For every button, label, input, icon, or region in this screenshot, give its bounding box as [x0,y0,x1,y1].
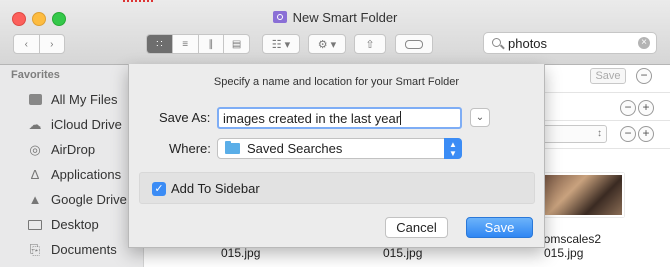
sidebar-item-documents[interactable]: ⎘ Documents [0,237,143,262]
list-view-icon[interactable]: ≡ [173,35,199,53]
expand-button[interactable]: ⌄ [470,108,490,127]
bg-remove-icon[interactable]: − [636,68,652,84]
arrange-button[interactable]: ☷ ▾ [262,34,300,54]
save-as-value: images created in the last year [223,111,401,126]
add-criteria-icon[interactable]: + [638,100,654,116]
sidebar-item-label: Documents [51,242,117,257]
search-input[interactable]: photos [508,36,547,51]
sidebar-item-desktop[interactable]: Desktop [0,212,143,237]
forward-button[interactable]: › [40,35,65,53]
chevron-down-icon: ⌄ [475,112,485,123]
sidebar-item-icloud-drive[interactable]: ☁ iCloud Drive [0,112,143,137]
sidebar-item-applications[interactable]: ∆ Applications [0,162,143,187]
cover-flow-icon[interactable]: ▤ [224,35,249,53]
cloud-icon: ☁ [28,116,42,132]
view-mode-control: ∷ ≡ ∥ ▤ [146,34,250,54]
text-cursor [400,111,402,125]
file-thumbnail[interactable] [535,173,624,217]
desktop-icon [27,218,43,232]
sidebar-item-all-my-files[interactable]: All My Files [0,87,143,112]
sidebar-item-label: AirDrop [51,142,96,157]
action-button[interactable]: ⚙ ▾ [308,34,346,54]
airdrop-icon: ◎ [29,141,41,157]
save-as-label: Save As: [159,110,211,125]
gear-icon: ⚙ ▾ [317,38,337,51]
divider [533,120,670,121]
save-smart-folder-sheet: Specify a name and location for your Sma… [128,64,545,248]
smart-folder-icon [272,11,287,23]
stepper-icon: ↕ [597,128,602,139]
add-criteria-icon[interactable]: + [638,126,654,142]
search-field[interactable]: photos × [483,32,657,54]
sidebar-item-label: Applications [51,167,122,182]
clear-search-icon[interactable]: × [638,37,650,49]
divider [533,148,670,149]
window-title: New Smart Folder [0,10,670,25]
bg-save-button[interactable]: Save [590,68,626,84]
arrange-icon: ☷ ▾ [271,38,291,51]
sidebar-item-label: Desktop [51,217,99,232]
sidebar-item-airdrop[interactable]: ◎ AirDrop [0,137,143,162]
sidebar-item-label: iCloud Drive [51,117,122,132]
sidebar-item-label: All My Files [51,92,118,107]
file-name[interactable]: 015.jpg [544,246,583,260]
toolbar: New Smart Folder ‹ › ∷ ≡ ∥ ▤ ☷ ▾ ⚙ ▾ ⇧ p… [0,0,670,65]
popup-arrows-icon: ▲ ▼ [444,138,462,159]
cancel-button[interactable]: Cancel [385,217,448,238]
window-title-text: New Smart Folder [292,10,398,25]
share-button[interactable]: ⇧ [354,34,386,54]
finder-window: New Smart Folder ‹ › ∷ ≡ ∥ ▤ ☷ ▾ ⚙ ▾ ⇧ p… [0,0,670,267]
documents-icon: ⎘ [29,241,41,257]
remove-criteria-icon[interactable]: − [620,100,636,116]
search-icon [492,38,501,47]
icon-view-icon[interactable]: ∷ [147,35,173,53]
file-name[interactable]: 015.jpg [383,246,422,260]
share-icon: ⇧ [365,38,375,51]
column-view-icon[interactable]: ∥ [199,35,225,53]
add-to-sidebar-row: ✓ Add To Sidebar [139,172,535,204]
dotted-artifact [123,0,153,4]
back-forward-control: ‹ › [13,34,65,54]
all-files-icon [27,93,43,107]
google-drive-icon: ▲ [28,192,42,207]
tags-button[interactable] [395,34,433,54]
sheet-title: Specify a name and location for your Sma… [213,76,460,88]
back-button[interactable]: ‹ [14,35,40,53]
tag-icon [405,39,423,49]
save-button[interactable]: Save [466,217,533,238]
where-value: Saved Searches [247,141,343,156]
file-name[interactable]: 015.jpg [221,246,260,260]
sidebar-item-google-drive[interactable]: ▲ Google Drive [0,187,143,212]
remove-criteria-icon[interactable]: − [620,126,636,142]
sidebar-heading: Favorites [11,69,60,81]
sidebar: Favorites All My Files ☁ iCloud Drive ◎ … [0,65,144,267]
sidebar-item-label: Google Drive [51,192,127,207]
where-label: Where: [169,141,211,156]
add-to-sidebar-checkbox[interactable]: ✓ [152,182,166,196]
applications-icon: ∆ [31,167,39,182]
divider [533,92,670,93]
where-popup[interactable]: Saved Searches ▲ ▼ [217,138,462,159]
folder-icon [225,141,240,154]
add-to-sidebar-label[interactable]: Add To Sidebar [171,181,260,196]
save-as-field[interactable]: images created in the last year [217,107,462,129]
